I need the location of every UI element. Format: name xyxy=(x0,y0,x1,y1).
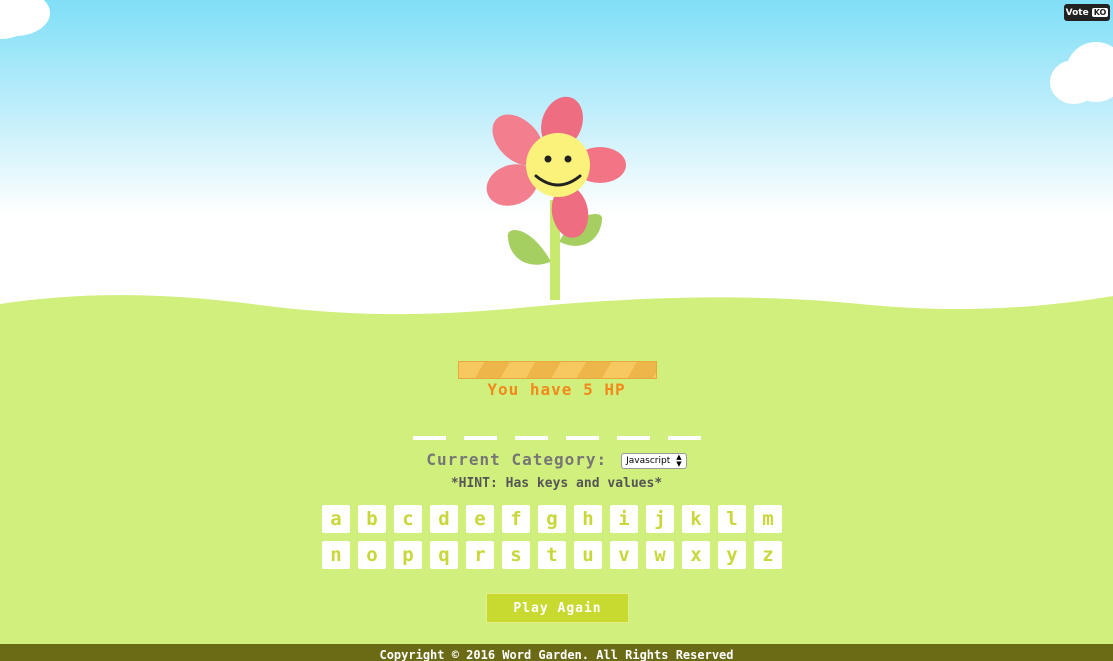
letter-key-q[interactable]: q xyxy=(430,541,458,569)
letter-key-n[interactable]: n xyxy=(322,541,350,569)
letter-key-j[interactable]: j xyxy=(646,505,674,533)
letter-key-u[interactable]: u xyxy=(574,541,602,569)
letter-key-k[interactable]: k xyxy=(682,505,710,533)
flower-eye-left xyxy=(544,155,552,163)
keyboard-row-1: abcdefghijklm xyxy=(322,505,784,533)
letter-blank xyxy=(515,436,548,440)
letter-blank xyxy=(566,436,599,440)
letter-key-d[interactable]: d xyxy=(430,505,458,533)
flower-character xyxy=(486,96,626,300)
letter-key-i[interactable]: i xyxy=(610,505,638,533)
category-row: Current Category: Javascript ▲ ▼ xyxy=(0,450,1113,469)
letter-key-t[interactable]: t xyxy=(538,541,566,569)
category-select[interactable]: Javascript ▲ ▼ xyxy=(621,453,687,469)
letter-blank xyxy=(464,436,497,440)
letter-key-r[interactable]: r xyxy=(466,541,494,569)
copyright-text: Copyright © 2016 Word Garden. All Rights… xyxy=(379,648,734,661)
letter-key-y[interactable]: y xyxy=(718,541,746,569)
hp-bar-fill xyxy=(459,362,656,378)
letter-key-m[interactable]: m xyxy=(754,505,782,533)
word-blanks xyxy=(413,436,701,440)
hp-bar xyxy=(458,361,657,379)
footer: Copyright © 2016 Word Garden. All Rights… xyxy=(0,644,1113,661)
keyboard-row-2: nopqrstuvwxyz xyxy=(322,541,784,569)
letter-key-v[interactable]: v xyxy=(610,541,638,569)
flower-eye-right xyxy=(564,155,572,163)
category-label: Current Category: xyxy=(426,450,608,469)
letter-blank xyxy=(668,436,701,440)
letter-blank xyxy=(413,436,446,440)
game-scene: Vote KO You have 5 HP Current Category: … xyxy=(0,0,1113,661)
letter-key-f[interactable]: f xyxy=(502,505,530,533)
play-again-button[interactable]: Play Again xyxy=(486,593,629,623)
letter-key-h[interactable]: h xyxy=(574,505,602,533)
select-arrows-icon: ▲ ▼ xyxy=(676,453,682,468)
letter-key-b[interactable]: b xyxy=(358,505,386,533)
letter-key-z[interactable]: z xyxy=(754,541,782,569)
letter-key-g[interactable]: g xyxy=(538,505,566,533)
letter-key-p[interactable]: p xyxy=(394,541,422,569)
letter-key-c[interactable]: c xyxy=(394,505,422,533)
letter-key-a[interactable]: a xyxy=(322,505,350,533)
flower-face xyxy=(526,133,590,197)
letter-blank xyxy=(617,436,650,440)
hint-text: *HINT: Has keys and values* xyxy=(450,476,663,491)
letter-key-o[interactable]: o xyxy=(358,541,386,569)
letter-key-s[interactable]: s xyxy=(502,541,530,569)
category-selected-value: Javascript xyxy=(626,456,671,466)
leaf-left xyxy=(507,230,550,265)
letter-key-w[interactable]: w xyxy=(646,541,674,569)
letter-key-x[interactable]: x xyxy=(682,541,710,569)
letter-key-e[interactable]: e xyxy=(466,505,494,533)
letter-key-l[interactable]: l xyxy=(718,505,746,533)
hp-text: You have 5 HP xyxy=(487,380,626,399)
